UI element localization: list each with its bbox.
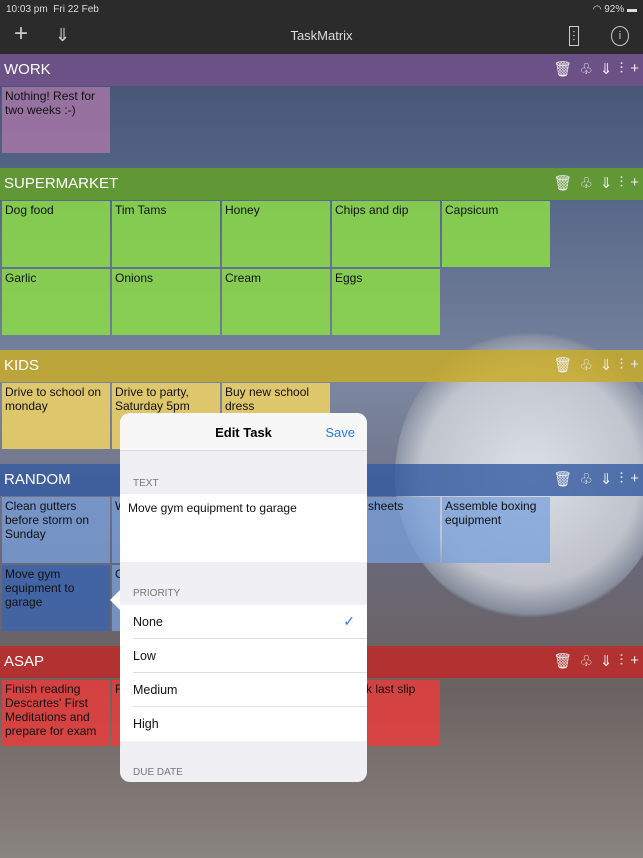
wifi-icon: ◠: [592, 3, 602, 15]
task-card[interactable]: Capsicum: [442, 201, 550, 267]
add-icon[interactable]: +: [630, 652, 639, 670]
trash-icon[interactable]: 🗑: [553, 652, 572, 670]
sort-icon[interactable]: ⇓: [600, 174, 613, 192]
task-card[interactable]: Finish reading Descartes' First Meditati…: [2, 680, 110, 746]
task-text-input[interactable]: Move gym equipment to garage: [120, 494, 367, 562]
task-card[interactable]: Garlic: [2, 269, 110, 335]
trash-icon[interactable]: 🗑: [553, 356, 572, 374]
filter-sliders-icon[interactable]: ⫶: [619, 174, 623, 192]
task-card[interactable]: Clean gutters before storm on Sunday: [2, 497, 110, 563]
priority-label-text: Low: [133, 649, 156, 663]
priority-label: PRIORITY: [133, 588, 181, 599]
trash-icon[interactable]: 🗑: [553, 60, 572, 78]
share-icon[interactable]: ♧: [579, 356, 592, 374]
battery-percent: 92%: [604, 3, 625, 15]
filter-sliders-icon[interactable]: ⫶: [569, 26, 579, 46]
share-icon[interactable]: ♧: [579, 60, 592, 78]
add-icon[interactable]: +: [630, 60, 639, 78]
status-bar: 10:03 pm Fri 22 Feb ◠ 92% ▬: [0, 0, 643, 18]
priority-option-high[interactable]: High: [120, 707, 367, 741]
task-card[interactable]: Onions: [112, 269, 220, 335]
filter-sliders-icon[interactable]: ⫶: [619, 60, 623, 78]
filter-sliders-icon[interactable]: ⫶: [619, 356, 623, 374]
nav-bar: + ⇓ TaskMatrix ⫶ i: [0, 18, 643, 54]
trash-icon[interactable]: 🗑: [553, 174, 572, 192]
text-label: TEXT: [133, 478, 159, 489]
popover-header: Edit Task Save: [120, 413, 367, 451]
task-card[interactable]: Dog food: [2, 201, 110, 267]
filter-sliders-icon[interactable]: ⫶: [619, 652, 623, 670]
status-time: 10:03 pm: [6, 3, 48, 15]
section-title: RANDOM: [4, 471, 71, 488]
task-card[interactable]: Tim Tams: [112, 201, 220, 267]
add-icon[interactable]: +: [630, 356, 639, 374]
task-card[interactable]: Eggs: [332, 269, 440, 335]
task-card[interactable]: Nothing! Rest for two weeks :-): [2, 87, 110, 153]
sort-icon[interactable]: ⇓: [600, 356, 613, 374]
battery-icon: ▬: [627, 3, 637, 15]
section-header-supermarket: SUPERMARKET 🗑 ♧ ⇓ ⫶ +: [0, 168, 643, 200]
checkmark-icon: ✓: [343, 613, 355, 629]
priority-label-text: None: [133, 615, 163, 629]
task-card[interactable]: Drive to school on monday: [2, 383, 110, 449]
share-icon[interactable]: ♧: [579, 470, 592, 488]
share-icon[interactable]: ♧: [579, 652, 592, 670]
share-icon[interactable]: ♧: [579, 174, 592, 192]
edit-task-popover: Edit Task Save TEXT Move gym equipment t…: [120, 413, 367, 782]
priority-label-text: High: [133, 717, 159, 731]
priority-option-medium[interactable]: Medium: [120, 673, 367, 707]
due-date-label: DUE DATE: [133, 767, 183, 778]
section-title: ASAP: [4, 653, 45, 670]
status-date: Fri 22 Feb: [53, 3, 99, 15]
task-card[interactable]: Cream: [222, 269, 330, 335]
priority-option-low[interactable]: Low: [120, 639, 367, 673]
sort-icon[interactable]: ⇓: [600, 60, 613, 78]
task-card[interactable]: Honey: [222, 201, 330, 267]
task-card-selected[interactable]: Move gym equipment to garage: [2, 565, 110, 631]
section-header-work: WORK 🗑 ♧ ⇓ ⫶ +: [0, 54, 643, 86]
filter-sliders-icon[interactable]: ⫶: [619, 470, 623, 488]
sort-icon[interactable]: ⇓: [600, 652, 613, 670]
add-icon[interactable]: +: [630, 470, 639, 488]
priority-label-text: Medium: [133, 683, 178, 697]
task-card[interactable]: Assemble boxing equipment: [442, 497, 550, 563]
priority-option-none[interactable]: None ✓: [120, 605, 367, 639]
info-icon[interactable]: i: [611, 26, 629, 46]
trash-icon[interactable]: 🗑: [553, 470, 572, 488]
section-title: KIDS: [4, 357, 40, 374]
popover-arrow: [110, 590, 120, 610]
section-header-kids: KIDS 🗑 ♧ ⇓ ⫶ +: [0, 350, 643, 382]
section-title: WORK: [4, 61, 51, 78]
section-title: SUPERMARKET: [4, 175, 119, 192]
app-title: TaskMatrix: [290, 28, 353, 43]
task-card[interactable]: Chips and dip: [332, 201, 440, 267]
save-button[interactable]: Save: [325, 425, 355, 440]
add-icon[interactable]: +: [630, 174, 639, 192]
sort-icon[interactable]: ⇓: [600, 470, 613, 488]
